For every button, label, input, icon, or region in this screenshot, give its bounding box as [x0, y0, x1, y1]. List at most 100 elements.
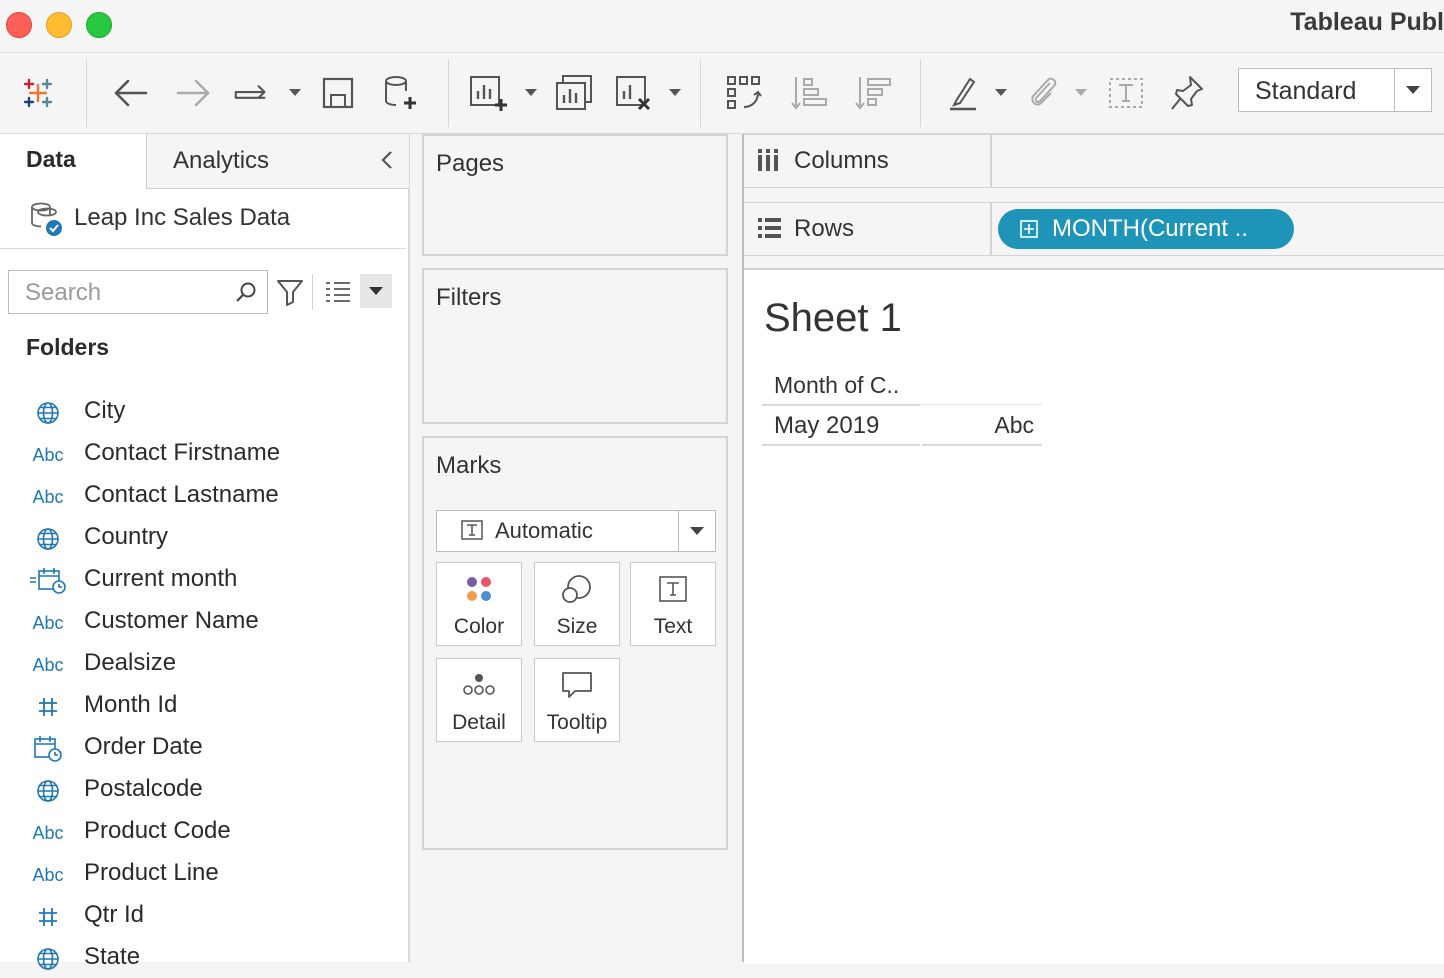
minimize-window-button[interactable]: [46, 12, 72, 38]
marks-text-label: Text: [653, 615, 693, 638]
view-options-dropdown[interactable]: [360, 274, 392, 308]
size-circles-icon: [535, 573, 619, 605]
field-item[interactable]: Country: [0, 520, 406, 558]
pages-card[interactable]: Pages: [422, 134, 728, 256]
field-item[interactable]: Order Date: [0, 730, 406, 768]
chevron-down-icon[interactable]: [678, 511, 715, 551]
datasource-item[interactable]: Leap Inc Sales Data: [0, 190, 406, 249]
table-row: May 2019 Abc: [762, 406, 1042, 446]
color-dots-icon: [437, 573, 521, 605]
row-month-cell[interactable]: May 2019: [762, 406, 920, 446]
columns-icon: [756, 147, 782, 173]
field-name: Qtr Id: [84, 901, 145, 928]
folders-heading: Folders: [26, 334, 110, 360]
search-input[interactable]: [23, 278, 227, 308]
search-box[interactable]: [8, 270, 268, 314]
pin-icon[interactable]: [1166, 71, 1210, 115]
marks-color-button[interactable]: Color: [436, 562, 522, 646]
back-arrow-icon[interactable]: [108, 71, 152, 115]
marks-detail-button[interactable]: Detail: [436, 658, 522, 742]
chevron-down-icon[interactable]: [1074, 81, 1088, 105]
rows-pill-label: MONTH(Current ..: [1052, 215, 1249, 242]
field-item[interactable]: Abc Product Code: [0, 814, 406, 852]
row-value-cell[interactable]: Abc: [922, 406, 1042, 446]
duplicate-sheet-icon[interactable]: [552, 71, 596, 115]
field-item[interactable]: Abc Contact Firstname: [0, 436, 406, 474]
rows-shelf[interactable]: Rows MONTH(Current ..: [744, 202, 1444, 256]
columns-shelf[interactable]: Columns: [744, 134, 1444, 188]
rows-pill-month-current[interactable]: MONTH(Current ..: [998, 209, 1294, 249]
view-canvas: Sheet 1 Month of C.. May 2019 Abc: [744, 268, 1444, 964]
title-bar: Tableau Publ: [0, 0, 1444, 53]
field-item[interactable]: Abc Product Line: [0, 856, 406, 894]
abc-icon: Abc: [32, 612, 64, 633]
globe-icon: [28, 776, 68, 806]
new-worksheet-icon[interactable]: [466, 71, 510, 115]
columns-shelf-label: Columns: [794, 147, 889, 174]
marks-size-button[interactable]: Size: [534, 562, 620, 646]
clear-sheet-icon[interactable]: [612, 71, 656, 115]
field-item[interactable]: City: [0, 394, 406, 432]
hash-icon: [28, 692, 68, 722]
chevron-down-icon[interactable]: [668, 81, 682, 105]
field-name: Order Date: [84, 733, 203, 760]
row-header[interactable]: Month of C..: [762, 366, 920, 406]
collapse-pane-icon[interactable]: [377, 148, 397, 172]
rows-shelf-label: Rows: [794, 215, 855, 242]
datasource-name: Leap Inc Sales Data: [74, 204, 291, 231]
calc-date-icon: [28, 566, 68, 596]
field-item[interactable]: Postalcode: [0, 772, 406, 810]
zoom-window-button[interactable]: [86, 12, 112, 38]
field-item[interactable]: Abc Contact Lastname: [0, 478, 406, 516]
marks-text-button[interactable]: Text: [630, 562, 716, 646]
chevron-down-icon[interactable]: [524, 81, 538, 105]
field-item[interactable]: Current month: [0, 562, 406, 600]
forward-arrow-icon[interactable]: [172, 71, 216, 115]
filters-card[interactable]: Filters: [422, 268, 728, 424]
chevron-down-icon[interactable]: [994, 81, 1008, 105]
marks-color-label: Color: [453, 615, 505, 638]
show-labels-icon[interactable]: [1104, 71, 1148, 115]
tab-data[interactable]: Data: [0, 134, 146, 190]
filter-funnel-icon[interactable]: [276, 278, 304, 311]
fit-select[interactable]: Standard: [1238, 68, 1432, 112]
sheet-title[interactable]: Sheet 1: [764, 296, 902, 341]
marks-tooltip-button[interactable]: Tooltip: [534, 658, 620, 742]
shelf-divider: [990, 203, 992, 255]
expand-plus-icon[interactable]: [1020, 220, 1038, 243]
field-item[interactable]: Month Id: [0, 688, 406, 726]
field-name: Postalcode: [84, 775, 203, 802]
field-item[interactable]: Qtr Id: [0, 898, 406, 936]
toolbar-separator: [448, 59, 449, 127]
marks-card-title: Marks: [436, 452, 502, 479]
field-item[interactable]: Abc Customer Name: [0, 604, 406, 642]
chevron-down-icon[interactable]: [288, 81, 302, 105]
swap-rows-columns-icon[interactable]: [722, 71, 766, 115]
view-list-icon[interactable]: [324, 280, 352, 307]
marks-card: Marks Automatic Color Size Text Detail T…: [422, 436, 728, 850]
tab-analytics[interactable]: Analytics: [146, 134, 409, 189]
new-datasource-icon[interactable]: [378, 71, 422, 115]
field-name: Customer Name: [84, 607, 259, 634]
chevron-down-icon[interactable]: [1394, 69, 1431, 111]
field-name: Country: [84, 523, 169, 550]
mark-type-value: Automatic: [495, 518, 593, 543]
attach-clip-icon[interactable]: [1022, 71, 1066, 115]
search-icon[interactable]: [235, 281, 257, 308]
text-box-icon: [631, 573, 715, 605]
sort-descending-icon[interactable]: [852, 71, 896, 115]
marks-tooltip-label: Tooltip: [546, 711, 608, 734]
tableau-logo-icon[interactable]: [16, 71, 60, 115]
redo-cycle-icon[interactable]: [230, 71, 274, 115]
field-item[interactable]: State: [0, 940, 406, 978]
save-icon[interactable]: [316, 71, 360, 115]
highlight-pen-icon[interactable]: [942, 71, 986, 115]
text-mark-icon: [461, 520, 483, 545]
mark-type-select[interactable]: Automatic: [436, 510, 716, 552]
data-pane: Data Analytics Leap Inc Sales Data Folde…: [0, 134, 410, 970]
toolbar-separator: [920, 59, 921, 127]
close-window-button[interactable]: [6, 12, 32, 38]
sort-ascending-icon[interactable]: [788, 71, 832, 115]
globe-icon: [28, 944, 68, 974]
field-item[interactable]: Abc Dealsize: [0, 646, 406, 684]
